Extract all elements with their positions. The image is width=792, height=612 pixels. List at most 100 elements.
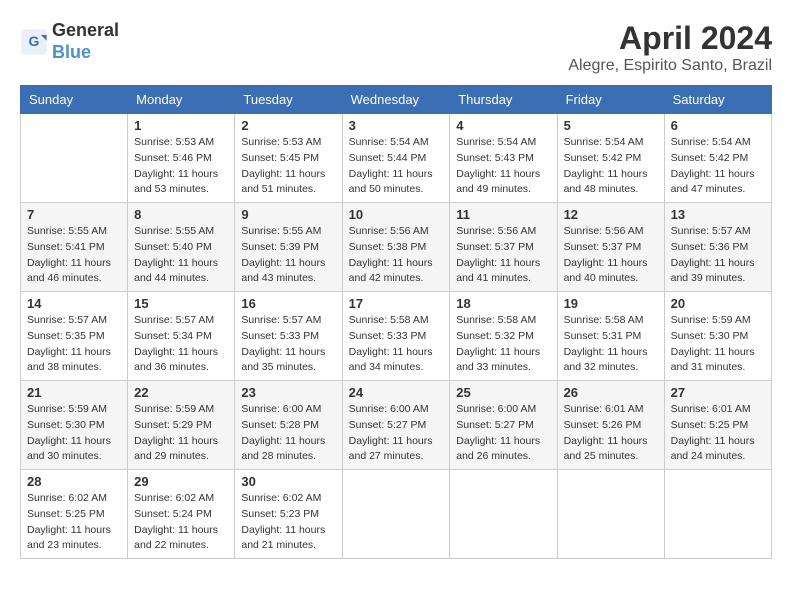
- day-info: Sunrise: 5:57 AM Sunset: 5:35 PM Dayligh…: [27, 313, 121, 376]
- day-number: 17: [349, 296, 444, 311]
- day-cell: 9Sunrise: 5:55 AM Sunset: 5:39 PM Daylig…: [235, 203, 342, 292]
- logo: G General Blue: [20, 20, 119, 63]
- weekday-header-friday: Friday: [557, 86, 664, 114]
- day-cell: [664, 470, 771, 559]
- day-info: Sunrise: 5:53 AM Sunset: 5:45 PM Dayligh…: [241, 135, 335, 198]
- day-cell: 10 Sunrise: 5:56 AM Sunset: 5:38 PM Dayli…: [342, 203, 450, 292]
- month-title: April 2024: [568, 20, 772, 57]
- header: G General Blue April 2024 Alegre, Espiri…: [20, 20, 772, 75]
- day-info: Sunrise: 5:58 AM Sunset: 5:31 PM Dayligh…: [564, 313, 658, 376]
- day-info: Sunrise: 5:55 AM Sunset: 5:41 PM Dayligh…: [27, 224, 121, 287]
- day-cell: [21, 114, 128, 203]
- day-number: 22: [134, 385, 228, 400]
- week-row-3: 14 Sunrise: 5:57 AM Sunset: 5:35 PM Dayli…: [21, 292, 772, 381]
- day-cell: 3 Sunrise: 5:54 AM Sunset: 5:44 PM Daylig…: [342, 114, 450, 203]
- day-cell: 22 Sunrise: 5:59 AM Sunset: 5:29 PM Dayli…: [128, 381, 235, 470]
- day-number: 3: [349, 118, 444, 133]
- day-info: Sunrise: 5:58 AM Sunset: 5:33 PM Dayligh…: [349, 313, 444, 376]
- weekday-header-wednesday: Wednesday: [342, 86, 450, 114]
- day-info: Sunrise: 5:59 AM Sunset: 5:30 PM Dayligh…: [27, 402, 121, 465]
- week-row-4: 21Sunrise: 5:59 AM Sunset: 5:30 PM Dayli…: [21, 381, 772, 470]
- day-number: 19: [564, 296, 658, 311]
- day-number: 18: [456, 296, 550, 311]
- day-cell: [557, 470, 664, 559]
- week-row-1: 1Sunrise: 5:53 AM Sunset: 5:46 PM Daylig…: [21, 114, 772, 203]
- day-info: Sunrise: 5:54 AM Sunset: 5:42 PM Dayligh…: [564, 135, 658, 198]
- logo-line1: General: [52, 20, 119, 42]
- day-cell: 1Sunrise: 5:53 AM Sunset: 5:46 PM Daylig…: [128, 114, 235, 203]
- week-row-5: 28 Sunrise: 6:02 AM Sunset: 5:25 PM Dayli…: [21, 470, 772, 559]
- day-info: Sunrise: 5:57 AM Sunset: 5:36 PM Dayligh…: [671, 224, 765, 287]
- day-number: 16: [241, 296, 335, 311]
- day-cell: 11 Sunrise: 5:56 AM Sunset: 5:37 PM Dayli…: [450, 203, 557, 292]
- day-number: 25: [456, 385, 550, 400]
- day-cell: 25 Sunrise: 6:00 AM Sunset: 5:27 PM Dayli…: [450, 381, 557, 470]
- day-number: 28: [27, 474, 121, 489]
- day-number: 23: [241, 385, 335, 400]
- day-cell: 4Sunrise: 5:54 AM Sunset: 5:43 PM Daylig…: [450, 114, 557, 203]
- day-info: Sunrise: 6:00 AM Sunset: 5:27 PM Dayligh…: [349, 402, 444, 465]
- day-number: 29: [134, 474, 228, 489]
- day-info: Sunrise: 5:56 AM Sunset: 5:38 PM Dayligh…: [349, 224, 444, 287]
- weekday-header-row: SundayMondayTuesdayWednesdayThursdayFrid…: [21, 86, 772, 114]
- day-number: 12: [564, 207, 658, 222]
- day-cell: 26Sunrise: 6:01 AM Sunset: 5:26 PM Dayli…: [557, 381, 664, 470]
- day-info: Sunrise: 5:59 AM Sunset: 5:30 PM Dayligh…: [671, 313, 765, 376]
- day-info: Sunrise: 6:02 AM Sunset: 5:24 PM Dayligh…: [134, 491, 228, 554]
- day-cell: 27Sunrise: 6:01 AM Sunset: 5:25 PM Dayli…: [664, 381, 771, 470]
- day-cell: 16 Sunrise: 5:57 AM Sunset: 5:33 PM Dayli…: [235, 292, 342, 381]
- day-info: Sunrise: 5:59 AM Sunset: 5:29 PM Dayligh…: [134, 402, 228, 465]
- day-number: 6: [671, 118, 765, 133]
- day-cell: 8 Sunrise: 5:55 AM Sunset: 5:40 PM Daylig…: [128, 203, 235, 292]
- day-number: 30: [241, 474, 335, 489]
- day-info: Sunrise: 5:57 AM Sunset: 5:33 PM Dayligh…: [241, 313, 335, 376]
- day-cell: 6 Sunrise: 5:54 AM Sunset: 5:42 PM Daylig…: [664, 114, 771, 203]
- day-info: Sunrise: 5:55 AM Sunset: 5:40 PM Dayligh…: [134, 224, 228, 287]
- day-info: Sunrise: 5:53 AM Sunset: 5:46 PM Dayligh…: [134, 135, 228, 198]
- day-info: Sunrise: 5:54 AM Sunset: 5:42 PM Dayligh…: [671, 135, 765, 198]
- weekday-header-thursday: Thursday: [450, 86, 557, 114]
- calendar-table: SundayMondayTuesdayWednesdayThursdayFrid…: [20, 85, 772, 559]
- weekday-header-sunday: Sunday: [21, 86, 128, 114]
- day-info: Sunrise: 5:56 AM Sunset: 5:37 PM Dayligh…: [456, 224, 550, 287]
- day-cell: 24 Sunrise: 6:00 AM Sunset: 5:27 PM Dayli…: [342, 381, 450, 470]
- day-number: 27: [671, 385, 765, 400]
- day-cell: 5 Sunrise: 5:54 AM Sunset: 5:42 PM Daylig…: [557, 114, 664, 203]
- title-area: April 2024 Alegre, Espirito Santo, Brazi…: [568, 20, 772, 75]
- day-cell: 19 Sunrise: 5:58 AM Sunset: 5:31 PM Dayli…: [557, 292, 664, 381]
- day-number: 10: [349, 207, 444, 222]
- weekday-header-tuesday: Tuesday: [235, 86, 342, 114]
- day-cell: 2 Sunrise: 5:53 AM Sunset: 5:45 PM Daylig…: [235, 114, 342, 203]
- day-number: 15: [134, 296, 228, 311]
- day-cell: 21Sunrise: 5:59 AM Sunset: 5:30 PM Dayli…: [21, 381, 128, 470]
- day-info: Sunrise: 5:58 AM Sunset: 5:32 PM Dayligh…: [456, 313, 550, 376]
- day-number: 5: [564, 118, 658, 133]
- day-number: 14: [27, 296, 121, 311]
- day-number: 13: [671, 207, 765, 222]
- day-number: 4: [456, 118, 550, 133]
- day-cell: 13 Sunrise: 5:57 AM Sunset: 5:36 PM Dayli…: [664, 203, 771, 292]
- weekday-header-saturday: Saturday: [664, 86, 771, 114]
- day-cell: 28 Sunrise: 6:02 AM Sunset: 5:25 PM Dayli…: [21, 470, 128, 559]
- logo-line2: Blue: [52, 42, 119, 64]
- logo-icon: G: [20, 28, 48, 56]
- location-title: Alegre, Espirito Santo, Brazil: [568, 57, 772, 75]
- day-number: 24: [349, 385, 444, 400]
- day-cell: 17 Sunrise: 5:58 AM Sunset: 5:33 PM Dayli…: [342, 292, 450, 381]
- day-cell: [450, 470, 557, 559]
- svg-text:G: G: [29, 33, 40, 49]
- day-info: Sunrise: 6:01 AM Sunset: 5:26 PM Dayligh…: [564, 402, 658, 465]
- day-number: 8: [134, 207, 228, 222]
- day-info: Sunrise: 5:54 AM Sunset: 5:44 PM Dayligh…: [349, 135, 444, 198]
- day-info: Sunrise: 6:02 AM Sunset: 5:23 PM Dayligh…: [241, 491, 335, 554]
- day-cell: [342, 470, 450, 559]
- day-info: Sunrise: 6:00 AM Sunset: 5:27 PM Dayligh…: [456, 402, 550, 465]
- weekday-header-monday: Monday: [128, 86, 235, 114]
- day-number: 2: [241, 118, 335, 133]
- day-cell: 20Sunrise: 5:59 AM Sunset: 5:30 PM Dayli…: [664, 292, 771, 381]
- day-cell: 30 Sunrise: 6:02 AM Sunset: 5:23 PM Dayli…: [235, 470, 342, 559]
- day-info: Sunrise: 6:02 AM Sunset: 5:25 PM Dayligh…: [27, 491, 121, 554]
- day-cell: 23Sunrise: 6:00 AM Sunset: 5:28 PM Dayli…: [235, 381, 342, 470]
- day-number: 11: [456, 207, 550, 222]
- day-info: Sunrise: 5:55 AM Sunset: 5:39 PM Dayligh…: [241, 224, 335, 287]
